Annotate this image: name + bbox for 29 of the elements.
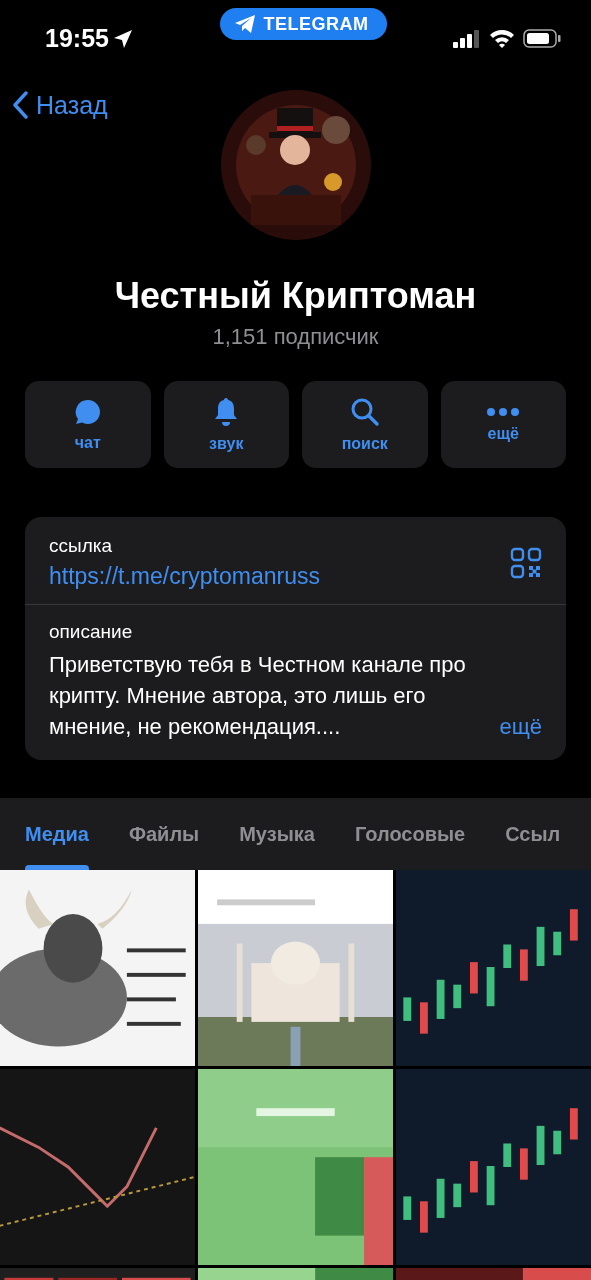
description-text: Приветствую тебя в Честном канале про крипту. Мнение автора, это лишь его мнение, не рекомендация.... xyxy=(49,651,467,741)
chat-button[interactable]: чат xyxy=(25,381,151,468)
wifi-icon xyxy=(489,29,515,48)
tab[interactable]: Ссыл xyxy=(505,798,561,870)
chevron-left-icon xyxy=(12,91,28,119)
signal-icon xyxy=(453,29,481,48)
tab[interactable]: Голосовые xyxy=(354,798,466,870)
back-button[interactable]: Назад xyxy=(12,90,108,120)
tab[interactable]: Медиа xyxy=(25,798,89,870)
clock-time: 19:55 xyxy=(45,24,109,53)
battery-icon xyxy=(523,29,561,48)
link-label: ссылка xyxy=(49,535,114,557)
app-indicator-pill[interactable]: TELEGRAM xyxy=(219,8,387,40)
sound-button[interactable]: звук xyxy=(163,381,289,468)
channel-link[interactable]: https://t.me/cryptomanruss xyxy=(49,563,510,590)
search-button[interactable]: поиск xyxy=(302,381,428,468)
more-link[interactable]: ещё xyxy=(499,711,542,742)
description-label: описание xyxy=(49,621,134,643)
subscriber-count: 1,151 подписчик xyxy=(211,323,380,351)
more-button[interactable]: ещё xyxy=(440,381,566,468)
search-icon xyxy=(349,396,380,427)
paper-plane-icon xyxy=(233,14,256,34)
tab[interactable]: Музыка xyxy=(239,798,315,870)
more-icon xyxy=(486,406,521,417)
channel-name: Честный Криптоман xyxy=(113,274,478,318)
chat-bubble-icon xyxy=(73,397,102,426)
qr-code-icon[interactable] xyxy=(510,546,542,579)
tab[interactable]: Файлы xyxy=(128,798,200,870)
location-arrow-icon xyxy=(112,28,133,49)
